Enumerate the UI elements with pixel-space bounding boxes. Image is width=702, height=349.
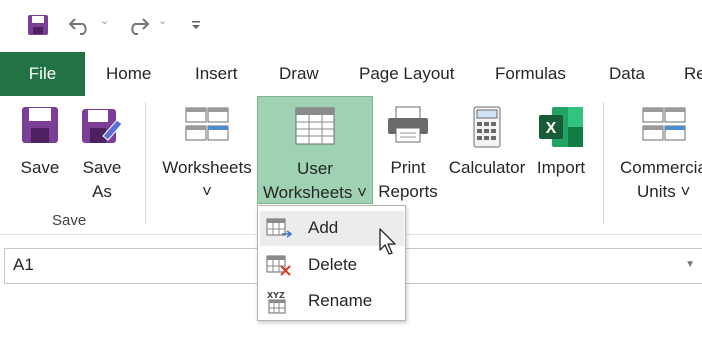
commercial-units-label-2: Units ˅ [637,182,691,201]
save-icon[interactable] [24,10,52,40]
save-icon [21,106,59,151]
save-as-icon [81,106,123,153]
save-button[interactable]: Save [14,96,66,204]
group-label-save: Save [52,212,87,229]
quick-access-toolbar: ⌄ ⌄ [0,0,702,52]
rename-sheet-icon: XYZ [266,290,292,319]
calculator-icon [473,106,501,155]
menu-item-rename[interactable]: XYZ Rename [260,284,404,319]
mouse-cursor-icon [379,228,399,261]
tab-file[interactable]: File [0,52,85,96]
commercial-units-button[interactable]: Commercial Units ˅ [614,96,702,204]
ribbon-tabs: File Home Insert Draw Page Layout Formul… [0,52,702,96]
print-reports-label-2: Reports [378,182,438,201]
save-as-label-1: Save [82,158,122,177]
customize-qat-icon[interactable] [186,10,206,40]
svg-text:XYZ: XYZ [267,291,285,300]
commercial-units-label-1: Commercial [620,158,702,177]
add-sheet-icon [266,217,293,244]
tab-review[interactable]: Re [684,52,702,96]
undo-dropdown-icon[interactable]: ⌄ [100,14,109,27]
printer-icon [386,106,430,151]
menu-item-delete-label: Delete [308,255,358,274]
worksheets-icon [185,106,229,153]
svg-text:X: X [546,120,557,137]
user-worksheets-menu: Add Delete XYZ Rename [257,205,406,321]
tab-page-layout[interactable]: Page Layout [359,52,454,96]
print-reports-label-1: Print [390,158,426,177]
print-reports-button[interactable]: Print Reports [374,96,442,204]
delete-sheet-icon [266,254,292,281]
chevron-down-icon: ˅ [357,183,368,202]
undo-icon[interactable] [66,10,94,40]
redo-dropdown-icon[interactable]: ⌄ [158,14,167,27]
import-button[interactable]: X Import [531,96,591,204]
tab-data[interactable]: Data [609,52,645,96]
save-label: Save [20,158,60,177]
commercial-units-icon [642,106,686,153]
group-separator [603,102,604,224]
excel-icon: X [538,106,584,155]
user-worksheets-icon [295,107,335,152]
save-as-button[interactable]: Save As [76,96,128,204]
calculator-button[interactable]: Calculator [445,96,529,204]
menu-item-rename-label: Rename [308,291,373,310]
name-box-value: A1 [13,255,34,274]
tab-formulas[interactable]: Formulas [495,52,566,96]
worksheets-label: Worksheets [162,158,252,177]
menu-item-add-label: Add [308,218,339,237]
import-label: Import [536,158,586,177]
user-worksheets-button[interactable]: User Worksheets ˅ [257,96,373,204]
user-worksheets-label-2: Worksheets ˅ [262,183,368,202]
user-worksheets-label-1: User [297,159,333,178]
tab-draw[interactable]: Draw [279,52,319,96]
worksheets-button[interactable]: Worksheets ˅ [158,96,256,204]
dropdown-arrow-icon[interactable]: ▼ [685,259,695,270]
chevron-down-icon: ˅ [680,182,691,201]
group-separator [145,102,146,224]
calculator-label: Calculator [448,158,526,177]
save-as-label-2: As [92,182,112,201]
tab-home[interactable]: Home [106,52,151,96]
tab-insert[interactable]: Insert [195,52,238,96]
worksheets-caret: ˅ [202,182,212,201]
redo-icon[interactable] [124,10,152,40]
